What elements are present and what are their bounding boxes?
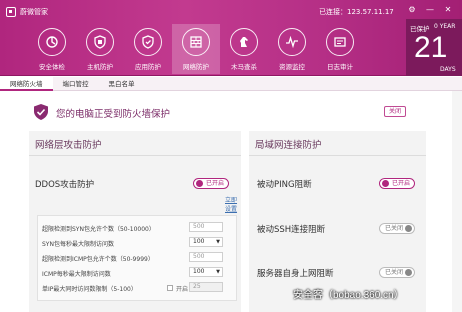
toggle-label: 已开启 [206,180,225,187]
ddos-toggle[interactable]: 已开启 [193,178,229,189]
network-attack-panel: 网络层攻击防护 DDOS攻击防护 已开启 立即设置 超限检测到SYN包允许个数（… [29,131,241,312]
panel-title: 局域网连接防护 [255,140,322,151]
nav-label: 安全体检 [39,63,65,71]
chevron-down-icon: ▼ [216,239,220,245]
icmp-count-input[interactable]: 500 [189,252,223,262]
nav-item-network[interactable]: 网络防护 [172,24,220,74]
setting-label: 单IP最大同时访问数限制（5-100） [42,286,137,293]
setting-label: 超限检测到SYN包允许个数（50-10000） [42,226,155,233]
divider [29,155,241,156]
close-icon[interactable]: ✕ [443,5,453,15]
syn-count-input[interactable]: 500 [189,222,223,232]
nav-label: 日志审计 [327,63,353,71]
select-value: 100 [193,268,205,275]
nav-item-scan[interactable]: 安全体检 [28,24,76,74]
panel-title: 网络层攻击防护 [35,140,102,151]
nav-label: 网络防护 [183,63,209,71]
toggle-knob [382,180,389,187]
setting-label: ICMP每秒最大限制访问数 [42,271,111,278]
horse-icon [230,28,258,56]
years-label: 0 YEAR [434,23,456,30]
log-icon [326,28,354,56]
days-unit: DAYS [440,66,456,73]
minimize-icon[interactable]: — [425,5,435,15]
nav-item-app[interactable]: 应用防护 [124,24,172,74]
setting-label: SYN包每秒最大限制访问数 [42,241,114,248]
server-net-block-label: 服务器自身上网阻断 [257,269,334,279]
setup-link[interactable]: 立即设置 [225,195,241,213]
ddos-settings: 超限检测到SYN包允许个数（50-10000） 500 SYN包每秒最大限制访问… [37,215,237,301]
tab-blackwhite-list[interactable]: 黑白名单 [99,77,145,91]
shield-check-icon [34,104,48,120]
icmp-rate-select[interactable]: 100 ▼ [189,267,223,277]
protected-days-count: 21 [414,31,448,64]
window-controls: ⚙ — ✕ [407,5,453,15]
protected-days-box: 已保护 0 YEAR 21 DAYS [406,19,462,76]
connection-ip: 已连接：123.57.11.17 [319,8,394,16]
scrollbar[interactable] [452,91,462,312]
tab-firewall[interactable]: 网络防火墙 [0,77,53,91]
divider [249,155,426,156]
toggle-label: 已关闭 [385,269,404,276]
nav-label: 资源监控 [279,63,305,71]
ddos-label: DDOS攻击防护 [35,180,95,190]
gear-icon[interactable]: ⚙ [407,5,417,15]
toggle-knob [405,225,412,232]
brand: 蔚微管家 [6,6,48,18]
main-nav: 安全体检 主机防护 应用防护 网络防护 木马查杀 资源监控 日志审计 [28,24,364,74]
app-header: 蔚微管家 已连接：123.57.11.17 ⚙ — ✕ 安全体检 主机防护 应用… [0,0,462,76]
nav-item-host[interactable]: 主机防护 [76,24,124,74]
tab-port-control[interactable]: 端口管控 [53,77,99,91]
nav-item-log[interactable]: 日志审计 [316,24,364,74]
select-value: 100 [193,238,205,245]
ping-block-label: 被动PING阻断 [257,180,312,190]
chevron-down-icon: ▼ [216,269,220,275]
setting-label: 超限检测到ICMP包允许个数（50-9999） [42,256,154,263]
toggle-knob [196,180,203,187]
syn-rate-select[interactable]: 100 ▼ [189,237,223,247]
brand-name: 蔚微管家 [20,8,48,16]
toggle-label: 已开启 [392,180,411,187]
subtab-bar: 网络防火墙 端口管控 黑白名单 [0,77,462,91]
firewall-status: 您的电脑正受到防火墙保护 关闭 [0,91,462,127]
ssh-block-label: 被动SSH连接阻断 [257,225,326,235]
monitor-icon [278,28,306,56]
ping-block-toggle[interactable]: 已开启 [379,178,415,189]
server-net-block-toggle[interactable]: 已关闭 [379,267,415,278]
watermark: 安全客（bobao.360.cn） [293,290,404,301]
nav-item-trojan[interactable]: 木马查杀 [220,24,268,74]
ip-limit-checkbox[interactable] [167,285,173,291]
nav-label: 木马查杀 [231,63,257,71]
app-logo-icon [6,7,16,17]
app-shield-icon [134,28,162,56]
disable-firewall-button[interactable]: 关闭 [384,106,406,117]
toggle-label: 已关闭 [385,225,404,232]
nav-label: 应用防护 [135,63,161,71]
nav-label: 主机防护 [87,63,113,71]
toggle-knob [405,269,412,276]
ip-limit-input[interactable]: 25 [189,282,223,292]
network-icon [182,28,210,56]
nav-item-monitor[interactable]: 资源监控 [268,24,316,74]
scan-icon [38,28,66,56]
ssh-block-toggle[interactable]: 已关闭 [379,223,415,234]
host-shield-icon [86,28,114,56]
lan-protection-panel: 局域网连接防护 被动PING阻断 已开启 被动SSH连接阻断 已关闭 服务器自身… [249,131,426,312]
status-message: 您的电脑正受到防火墙保护 [56,109,171,120]
checkbox-label: 开启 [176,286,189,293]
